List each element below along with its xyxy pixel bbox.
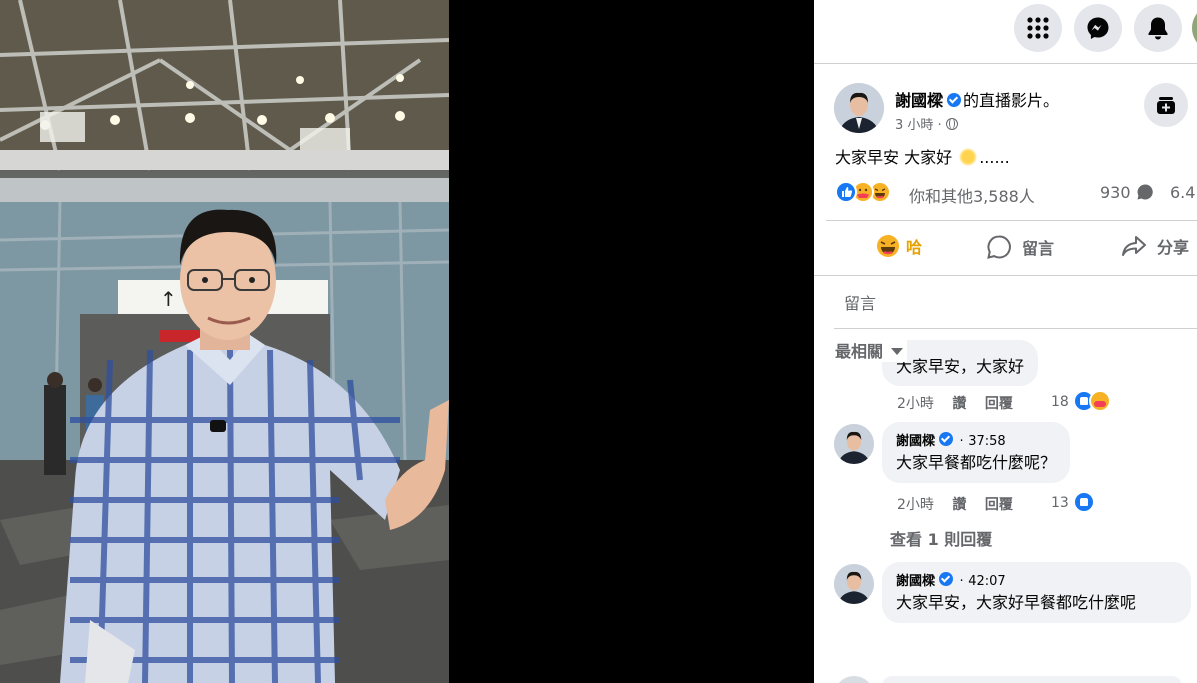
comment-header: 謝國樑 · 42:07 <box>896 570 1177 589</box>
comment-reaction-count[interactable]: 13 <box>1051 491 1096 513</box>
reaction-count[interactable]: 你和其他3,588人 <box>909 183 1035 207</box>
commenter-photo <box>834 424 874 464</box>
messenger-icon <box>1087 17 1109 39</box>
commenter-avatar[interactable] <box>834 424 874 464</box>
sort-label: 最相關 <box>835 342 884 361</box>
sun-emoji-icon <box>959 148 978 166</box>
caret-down-icon <box>891 348 904 355</box>
post-text-more[interactable]: ...... <box>979 148 1010 167</box>
post-text-body: 大家早安 大家好 <box>835 148 953 167</box>
haha-emoji-icon <box>877 235 899 257</box>
post-panel: 謝國樑 的直播影片。 3 小時 · 大家早安 大家好 ...... 你和其他3,… <box>814 0 1197 683</box>
messenger-button[interactable] <box>1074 4 1122 52</box>
reaction-button-label: 哈 <box>906 238 923 257</box>
comments-tab-divider <box>834 328 1197 329</box>
post-author-line: 謝國樑 的直播影片。 <box>895 87 1059 111</box>
sort-comments-dropdown[interactable]: 最相關 <box>835 338 908 362</box>
comment-count[interactable]: 930 <box>1100 183 1154 202</box>
share-count[interactable]: 6.4 <box>1170 183 1195 202</box>
commenter-name[interactable]: 謝國樑 <box>896 434 935 449</box>
comment-actions: 2小時 讚 回覆 <box>897 393 1027 413</box>
like-reaction-icon <box>1073 491 1096 513</box>
comment-button[interactable]: 留言 <box>986 234 1054 260</box>
comment-age[interactable]: 2小時 <box>897 396 934 412</box>
author-avatar[interactable] <box>834 83 884 133</box>
live-video-frame[interactable]: ↑ <box>0 0 449 683</box>
bell-icon <box>1148 17 1168 40</box>
like-reaction-icon <box>835 181 857 203</box>
notifications-button[interactable] <box>1134 4 1182 52</box>
bookmark-add-icon <box>1157 97 1175 114</box>
video-timestamp[interactable]: 42:07 <box>968 574 1005 589</box>
topbar-divider <box>814 63 1197 64</box>
video-timestamp[interactable]: 37:58 <box>968 434 1005 449</box>
comment-bubble: 謝國樑 · 37:58 大家早餐都吃什麼呢？ <box>882 422 1071 483</box>
comment-bubble: 謝國樑 · 42:07 大家早安，大家好早餐都吃什麼呢 <box>882 562 1191 623</box>
comment-header: 謝國樑 · 37:58 <box>896 430 1056 449</box>
live-video-viewer: ↑ 謝國樑 的直播影片。 3 小時 · 大家早安 大家好 ...... 你和其他… <box>0 0 1197 683</box>
video-scene-image: ↑ <box>0 0 449 683</box>
reaction-button[interactable]: 哈 <box>876 234 922 258</box>
comment-separator: · <box>959 574 964 589</box>
svg-text:↑: ↑ <box>160 287 177 311</box>
commenter-avatar[interactable] <box>834 564 874 604</box>
post-meta: 3 小時 · <box>895 114 958 133</box>
verified-badge-icon <box>939 572 954 586</box>
comments-tab[interactable]: 留言 <box>844 290 876 314</box>
comment-button-label: 留言 <box>1022 239 1055 258</box>
globe-icon <box>945 118 958 130</box>
comment-reaction-count[interactable]: 18 <box>1051 390 1112 412</box>
comment-separator: · <box>959 434 964 449</box>
commenter-avatar[interactable] <box>834 676 874 683</box>
comment-text: 大家早安，大家好早餐都吃什麼呢 <box>896 593 1137 612</box>
comment-count-value: 930 <box>1100 183 1131 202</box>
verified-badge-icon <box>939 432 954 446</box>
comment-bubble <box>882 676 1182 683</box>
comment-text: 大家早餐都吃什麼呢？ <box>896 453 1057 472</box>
comment-like-button[interactable]: 讚 <box>952 497 966 513</box>
post-text: 大家早安 大家好 ...... <box>835 144 1010 168</box>
care-reaction-icon <box>1089 390 1112 412</box>
account-avatar[interactable] <box>1192 4 1197 52</box>
verified-badge-icon <box>947 93 962 107</box>
share-button-label: 分享 <box>1157 238 1190 257</box>
post-author-name[interactable]: 謝國樑 <box>895 91 943 110</box>
post-type-label: 的直播影片。 <box>963 91 1060 110</box>
share-button[interactable]: 分享 <box>1121 234 1189 258</box>
comment-text: 大家早安，大家好 <box>896 357 1025 376</box>
share-arrow-icon <box>1122 236 1146 256</box>
comment-reply-button[interactable]: 回覆 <box>985 497 1013 513</box>
comment-like-button[interactable]: 讚 <box>952 396 966 412</box>
save-post-button[interactable] <box>1144 83 1188 127</box>
comment-bubble-icon <box>1137 184 1153 200</box>
comment-reaction-number: 13 <box>1051 495 1069 511</box>
menu-button[interactable] <box>1014 4 1062 52</box>
commenter-name[interactable]: 謝國樑 <box>896 574 935 589</box>
author-photo <box>834 83 884 133</box>
comment-actions: 2小時 讚 回覆 <box>897 494 1027 514</box>
reaction-summary-row: 你和其他3,588人 930 6.4 <box>835 181 1197 207</box>
comment-reply-button[interactable]: 回覆 <box>985 396 1013 412</box>
comment-icon <box>987 235 1011 259</box>
grid-menu-icon <box>1027 17 1049 39</box>
actions-divider <box>814 275 1197 276</box>
post-time[interactable]: 3 小時 · <box>895 118 942 133</box>
commenter-photo <box>834 564 874 604</box>
post-action-bar: 哈 留言 分享 <box>814 220 1197 276</box>
comment-age[interactable]: 2小時 <box>897 497 934 513</box>
top-navigation-bar <box>814 0 1197 58</box>
comment-reaction-number: 18 <box>1051 394 1069 410</box>
view-replies-link[interactable]: 查看 1 則回覆 <box>890 526 992 550</box>
